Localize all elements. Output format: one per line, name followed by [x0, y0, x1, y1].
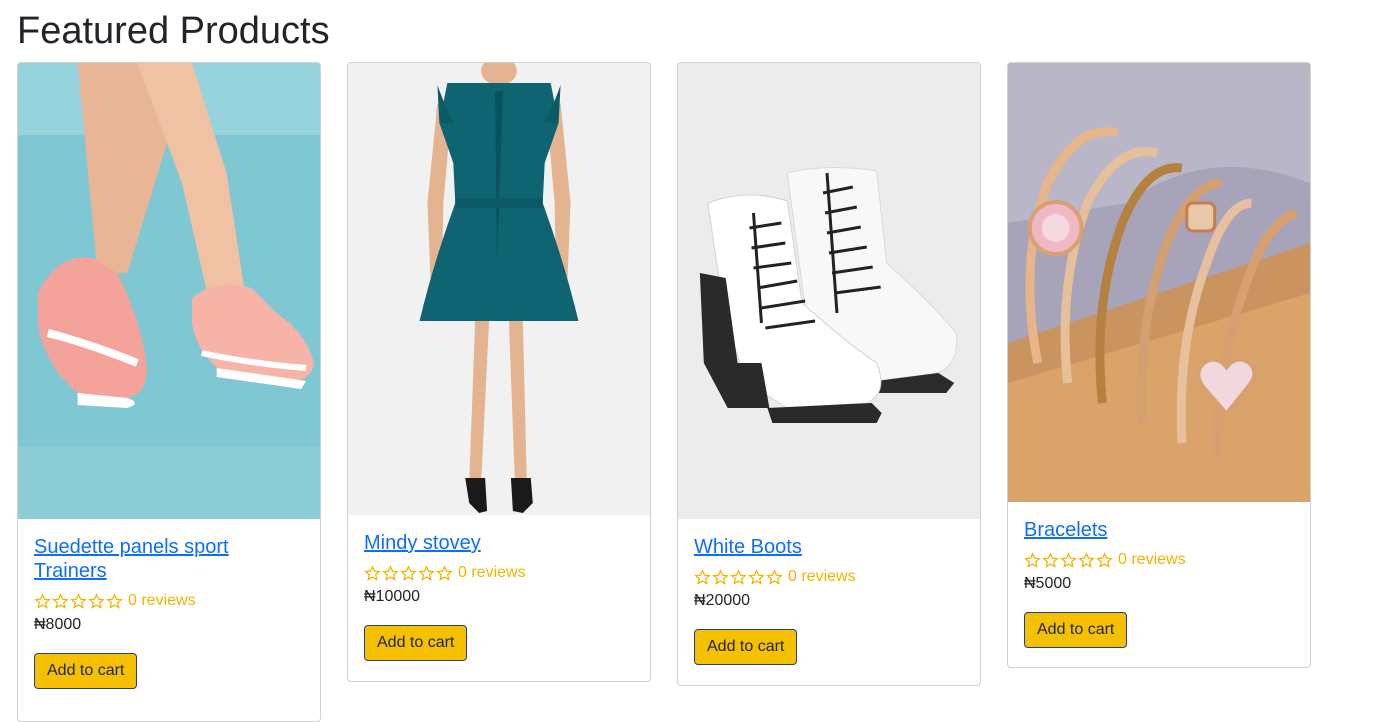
- product-price: ₦8000: [34, 616, 82, 633]
- product-price: ₦20000: [694, 592, 751, 609]
- star-outline-icon: [712, 568, 729, 585]
- add-to-cart-button[interactable]: Add to cart: [1024, 612, 1128, 648]
- star-outline-icon: [52, 592, 69, 609]
- product-image[interactable]: [18, 63, 320, 519]
- product-card: Suedette panels sport Trainers 0 reviews…: [17, 62, 321, 722]
- star-outline-icon: [1060, 551, 1077, 568]
- product-price: ₦10000: [364, 588, 421, 605]
- add-to-cart-button[interactable]: Add to cart: [694, 629, 798, 665]
- star-outline-icon: [88, 592, 105, 609]
- product-image[interactable]: [348, 63, 650, 515]
- star-rating: [1024, 551, 1113, 569]
- rating: 0 reviews: [1024, 550, 1294, 570]
- product-name-link[interactable]: Bracelets: [1024, 518, 1294, 542]
- add-to-cart-button[interactable]: Add to cart: [34, 653, 138, 689]
- star-rating: [364, 564, 453, 582]
- product-image[interactable]: [678, 63, 980, 519]
- rating: 0 reviews: [364, 563, 634, 583]
- review-count[interactable]: 0 reviews: [128, 591, 196, 611]
- product-card: Mindy stovey 0 reviews ₦10000 Add to car…: [347, 62, 651, 682]
- rating: 0 reviews: [694, 567, 964, 587]
- star-outline-icon: [400, 564, 417, 581]
- product-name-link[interactable]: Mindy stovey: [364, 531, 634, 555]
- review-count[interactable]: 0 reviews: [788, 567, 856, 587]
- star-outline-icon: [748, 568, 765, 585]
- review-count[interactable]: 0 reviews: [1118, 550, 1186, 570]
- star-outline-icon: [694, 568, 711, 585]
- product-image[interactable]: [1008, 63, 1310, 502]
- product-card: White Boots 0 reviews ₦20000 Add to cart: [677, 62, 981, 686]
- star-outline-icon: [106, 592, 123, 609]
- star-rating: [34, 592, 123, 610]
- star-outline-icon: [70, 592, 87, 609]
- star-outline-icon: [1078, 551, 1095, 568]
- star-outline-icon: [418, 564, 435, 581]
- star-outline-icon: [1096, 551, 1113, 568]
- star-outline-icon: [766, 568, 783, 585]
- product-card: Bracelets 0 reviews ₦5000 Add to cart: [1007, 62, 1311, 668]
- product-name-link[interactable]: White Boots: [694, 535, 964, 559]
- star-outline-icon: [364, 564, 381, 581]
- star-rating: [694, 568, 783, 586]
- review-count[interactable]: 0 reviews: [458, 563, 526, 583]
- star-outline-icon: [1042, 551, 1059, 568]
- page-title: Featured Products: [17, 10, 330, 52]
- add-to-cart-button[interactable]: Add to cart: [364, 625, 468, 661]
- rating: 0 reviews: [34, 591, 304, 611]
- star-outline-icon: [436, 564, 453, 581]
- star-outline-icon: [730, 568, 747, 585]
- star-outline-icon: [1024, 551, 1041, 568]
- star-outline-icon: [382, 564, 399, 581]
- product-price: ₦5000: [1024, 575, 1072, 592]
- product-name-link[interactable]: Suedette panels sport Trainers: [34, 535, 304, 583]
- star-outline-icon: [34, 592, 51, 609]
